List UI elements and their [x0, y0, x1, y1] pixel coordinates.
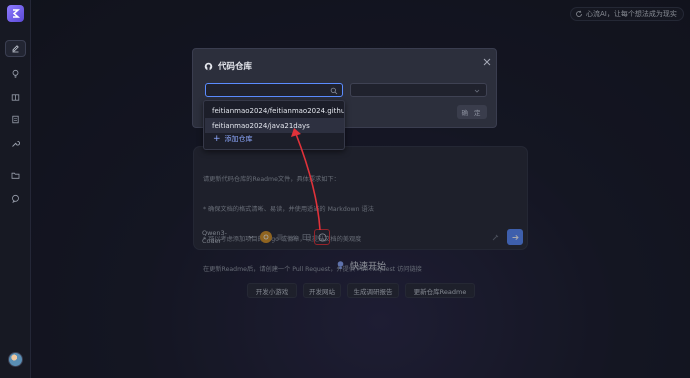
plus-icon: + [213, 134, 221, 144]
confirm-button[interactable]: 确 定 [457, 105, 487, 119]
sidebar-item-ideas[interactable] [5, 65, 26, 82]
avatar[interactable] [8, 352, 23, 367]
github-icon [204, 62, 213, 70]
sidebar-item-documents[interactable] [5, 111, 26, 128]
sidebar-item-tools[interactable] [5, 135, 26, 152]
pencil-icon [12, 45, 19, 53]
branch-select[interactable] [350, 83, 487, 97]
book-icon [11, 94, 20, 101]
document-icon [12, 115, 19, 124]
add-repo-button[interactable]: + 添加仓库 [213, 134, 253, 144]
repo-option[interactable]: feitianmao2024/java21days [205, 118, 344, 133]
repo-search-input[interactable] [206, 84, 342, 96]
chat-icon [12, 194, 19, 203]
modal-title-text: 代码仓库 [218, 62, 253, 72]
app-logo[interactable] [7, 5, 24, 22]
chevron-down-icon [474, 89, 480, 93]
wrench-icon [12, 141, 20, 147]
sidebar-item-new-chat[interactable] [5, 40, 26, 57]
sidebar-item-messages[interactable] [5, 190, 26, 207]
search-icon [330, 87, 338, 95]
sidebar [0, 0, 31, 378]
modal-title: 代码仓库 [204, 60, 252, 72]
add-repo-label: 添加仓库 [224, 135, 253, 143]
close-icon[interactable] [482, 57, 492, 67]
sidebar-item-knowledge[interactable] [5, 89, 26, 106]
sidebar-item-files[interactable] [5, 167, 26, 184]
repo-search-field[interactable] [205, 83, 343, 97]
repo-dropdown: feitianmao2024/feitianmao2024.github.io … [203, 100, 345, 150]
repo-option[interactable]: feitianmao2024/feitianmao2024.github.io [205, 103, 344, 118]
folder-icon [11, 172, 20, 179]
bulb-icon [12, 69, 19, 78]
